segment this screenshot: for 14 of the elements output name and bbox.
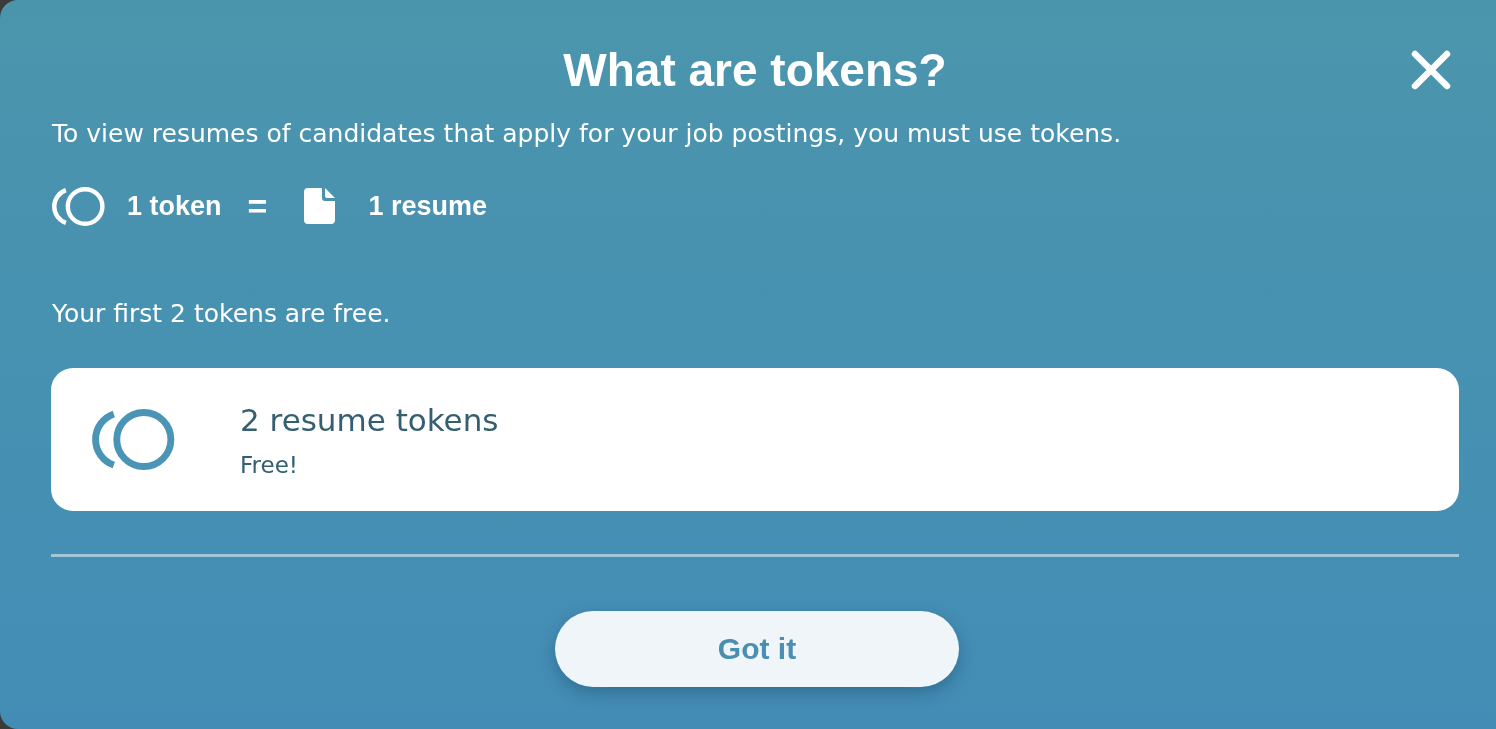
coin-icon <box>92 409 175 470</box>
offer-title: 2 resume tokens <box>240 400 499 440</box>
document-icon <box>304 188 336 224</box>
dialog-title: What are tokens? <box>563 44 947 96</box>
description-text: To view resumes of candidates that apply for your job postings, you must use tokens. <box>52 119 1123 149</box>
close-icon <box>1411 50 1451 90</box>
free-tokens-note: Your first 2 tokens are free. <box>52 299 392 329</box>
confirm-button[interactable]: Got it <box>555 611 959 687</box>
equals-sign: = <box>247 186 268 226</box>
coin-icon <box>52 186 105 226</box>
resume-label: 1 resume <box>368 190 487 222</box>
close-button[interactable] <box>1411 50 1451 90</box>
offer-price: Free! <box>240 450 300 480</box>
token-label: 1 token <box>127 190 222 222</box>
